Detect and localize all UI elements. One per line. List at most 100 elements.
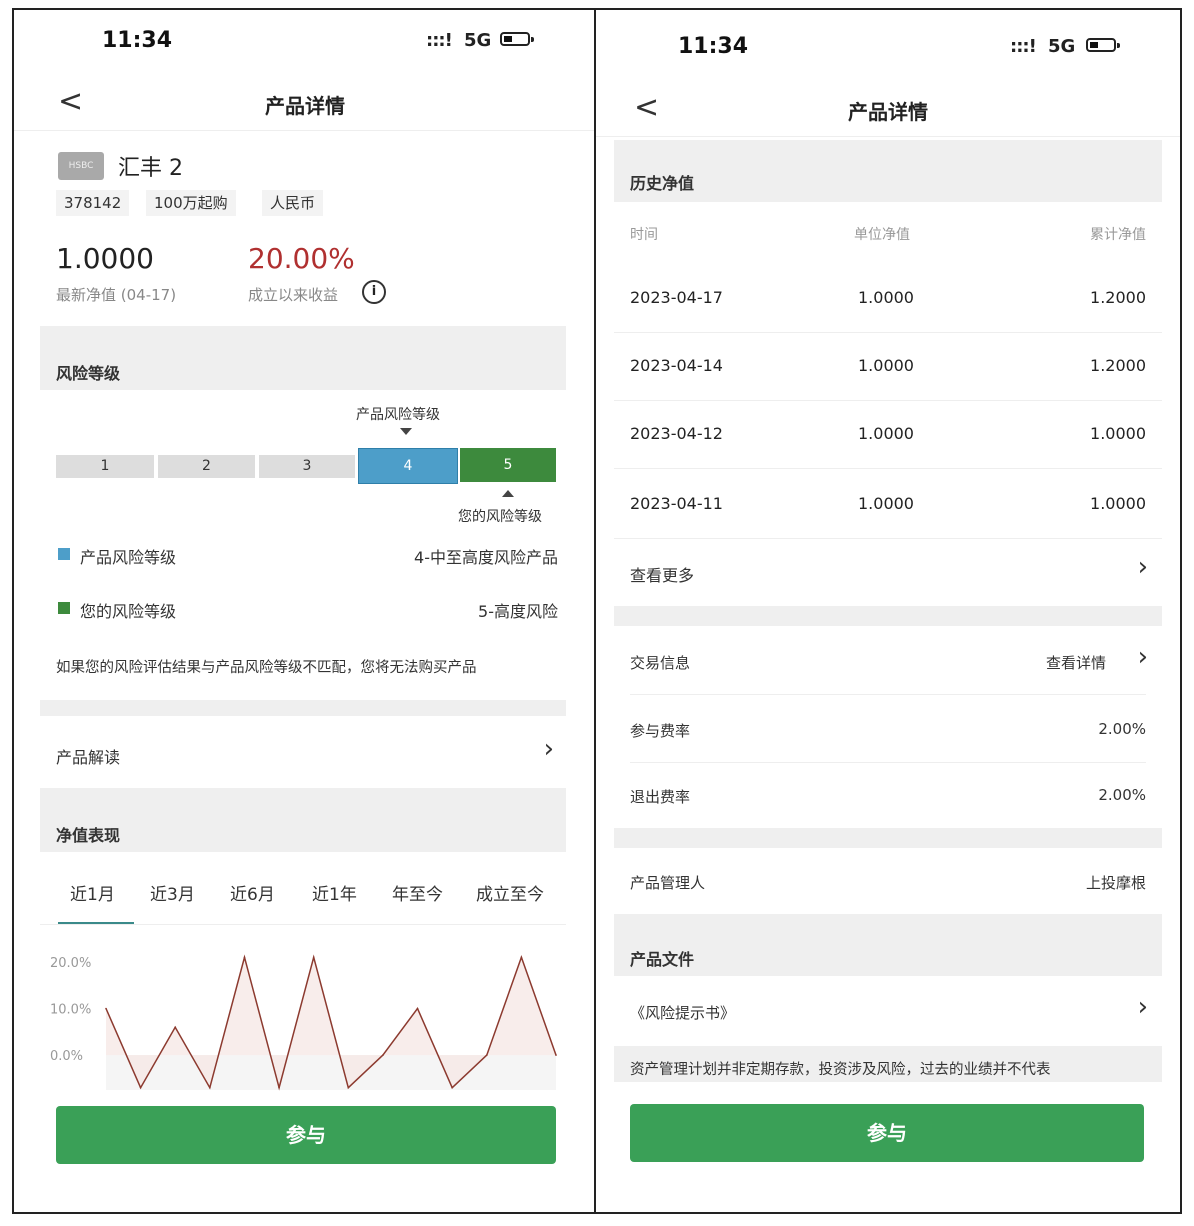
history-header-acc-nav: 累计净值 <box>1090 227 1146 243</box>
spacer-band <box>614 828 1162 848</box>
tab-since-inception[interactable]: 成立至今 <box>476 880 544 905</box>
product-interpret-label: 产品解读 <box>56 748 121 767</box>
tab-ytd[interactable]: 年至今 <box>392 880 443 905</box>
risk-disclosure-doc-label: 《风险提示书》 <box>630 1004 736 1022</box>
trade-info-row[interactable]: 交易信息 查看详情 › <box>614 626 1162 694</box>
risk-level-3: 3 <box>259 455 355 478</box>
tab-1y[interactable]: 近1年 <box>312 880 357 905</box>
spacer-band <box>40 700 566 716</box>
row-divider <box>614 400 1162 401</box>
legend-product-label: 产品风险等级 <box>80 548 177 567</box>
row-divider <box>614 538 1162 539</box>
history-row-date: 2023-04-12 <box>630 424 723 443</box>
spacer-band <box>614 606 1162 626</box>
info-icon[interactable]: i <box>362 280 386 304</box>
product-logo: HSBC <box>58 152 104 180</box>
view-more-label: 查看更多 <box>630 566 695 585</box>
legend-user-value: 5-高度风险 <box>478 602 558 621</box>
history-header-unit-nav: 单位净值 <box>854 227 910 243</box>
battery-icon <box>500 32 534 46</box>
fee-out-value: 2.00% <box>1098 786 1146 804</box>
history-row-unit-nav: 1.0000 <box>858 288 914 307</box>
legend-product-value: 4-中至高度风险产品 <box>414 548 558 567</box>
product-code-tag: 378142 <box>56 190 130 216</box>
row-divider <box>630 762 1146 763</box>
status-bar: 11:34 :::! 5G <box>14 10 596 70</box>
tab-6m[interactable]: 近6月 <box>230 880 275 905</box>
signal-icon: :::! <box>426 30 453 51</box>
battery-icon <box>1086 38 1120 52</box>
nav-value: 1.0000 <box>56 242 154 275</box>
status-bar: 11:34 :::! 5G <box>596 10 1180 70</box>
manager-label: 产品管理人 <box>630 874 706 892</box>
nav-chart: 20.0% 10.0% 0.0% <box>50 954 557 1091</box>
row-divider <box>630 694 1146 695</box>
trade-info-label: 交易信息 <box>630 654 691 672</box>
product-interpret-row[interactable]: 产品解读 › <box>40 716 566 788</box>
product-name: 汇丰 2 <box>118 156 183 181</box>
logo-text: HSBC <box>68 161 94 171</box>
top-strip <box>0 0 1194 8</box>
nav-bar: < 产品详情 <box>596 86 1180 137</box>
history-section-title: 历史净值 <box>630 174 695 193</box>
history-row-unit-nav: 1.0000 <box>858 494 914 513</box>
participate-button[interactable]: 参与 <box>56 1106 556 1164</box>
y-tick-label: 10.0% <box>50 1003 91 1018</box>
view-more-row[interactable]: 查看更多 › <box>614 540 1162 604</box>
history-header-date: 时间 <box>630 227 658 243</box>
data-point <box>520 956 523 959</box>
history-row-date: 2023-04-14 <box>630 356 723 375</box>
history-row-acc-nav: 1.2000 <box>1090 288 1146 307</box>
performance-section-title: 净值表现 <box>56 826 121 845</box>
user-risk-arrow-icon <box>502 490 514 497</box>
data-point <box>243 956 246 959</box>
participate-button[interactable]: 参与 <box>630 1104 1144 1162</box>
tab-3m[interactable]: 近3月 <box>150 880 195 905</box>
legend-product-swatch <box>58 548 70 560</box>
page-title: 产品详情 <box>848 100 928 124</box>
history-row-acc-nav: 1.2000 <box>1090 356 1146 375</box>
data-point <box>174 1026 177 1028</box>
row-divider <box>614 468 1162 469</box>
risk-section-title: 风险等级 <box>56 364 121 383</box>
right-phone-screen: 11:34 :::! 5G < 产品详情 历史净值 时间 单位净值 累计净值 2… <box>594 8 1182 1214</box>
tab-divider <box>40 924 566 925</box>
data-point <box>105 1007 107 1010</box>
zero-band <box>106 1055 556 1090</box>
risk-notice: 如果您的风险评估结果与产品风险等级不匹配，您将无法购买产品 <box>56 660 477 676</box>
trade-detail-link: 查看详情 <box>1045 654 1106 672</box>
currency-tag: 人民币 <box>262 190 324 216</box>
risk-disclosure-doc-row[interactable]: 《风险提示书》 › <box>614 978 1162 1042</box>
history-row-acc-nav: 1.0000 <box>1090 424 1146 443</box>
fee-out-label: 退出费率 <box>630 788 691 806</box>
risk-level-4-product: 4 <box>358 448 458 484</box>
tab-1m[interactable]: 近1月 <box>70 880 115 905</box>
data-point <box>312 956 315 959</box>
return-label: 成立以来收益 <box>248 286 339 304</box>
history-row-acc-nav: 1.0000 <box>1090 494 1146 513</box>
history-section-header <box>614 140 1162 202</box>
risk-level-5-user: 5 <box>460 448 556 482</box>
network-type: 5G <box>1048 36 1076 57</box>
history-row-unit-nav: 1.0000 <box>858 424 914 443</box>
data-point <box>278 1086 280 1089</box>
row-divider <box>614 332 1162 333</box>
files-section-header <box>614 914 1162 976</box>
chevron-right-icon: › <box>543 734 554 764</box>
fee-in-value: 2.00% <box>1098 720 1146 738</box>
manager-value: 上投摩根 <box>1085 874 1146 892</box>
risk-level-1: 1 <box>56 455 154 478</box>
nav-bar: < 产品详情 <box>14 80 596 131</box>
data-point <box>382 1054 384 1056</box>
min-purchase-tag: 100万起购 <box>146 190 236 216</box>
fee-in-label: 参与费率 <box>630 722 691 740</box>
risk-level-2: 2 <box>158 455 255 478</box>
history-row-unit-nav: 1.0000 <box>858 356 914 375</box>
disclaimer-text: 资产管理计划并非定期存款，投资涉及风险，过去的业绩并不代表 <box>630 1062 1051 1078</box>
data-point <box>139 1086 142 1089</box>
data-point <box>555 1054 557 1056</box>
data-point <box>416 1007 419 1010</box>
data-point <box>485 1054 488 1056</box>
data-point <box>209 1086 211 1089</box>
history-row-date: 2023-04-11 <box>630 494 723 513</box>
